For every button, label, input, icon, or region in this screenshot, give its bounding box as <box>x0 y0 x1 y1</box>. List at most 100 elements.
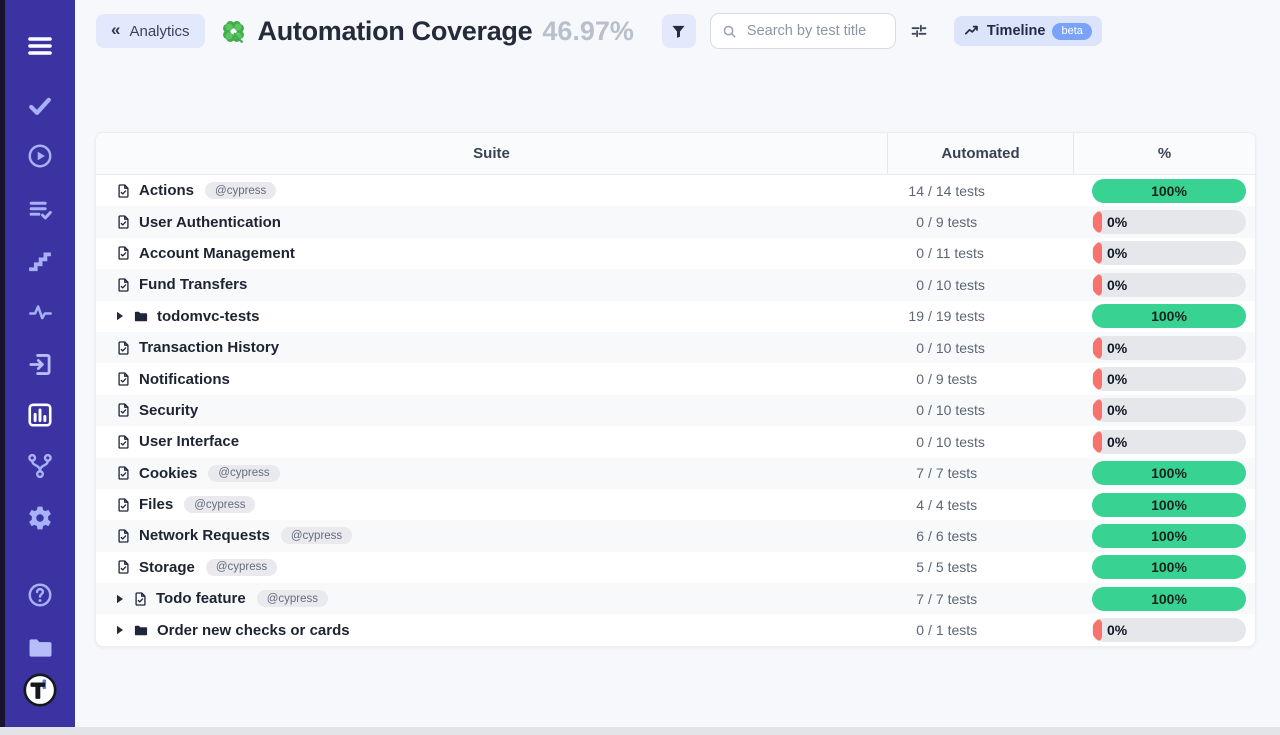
file-check-icon <box>116 245 131 261</box>
percent-label: 0% <box>1107 371 1127 387</box>
sidebar-item-menu[interactable] <box>24 30 56 62</box>
column-header-percent: % <box>1074 133 1255 174</box>
percent-label: 100% <box>1151 465 1187 481</box>
progress-bar: 0% <box>1092 618 1246 642</box>
percent-label: 0% <box>1107 214 1127 230</box>
sidebar <box>5 0 75 727</box>
suite-row[interactable]: Storage@cypress5/5 tests100% <box>96 552 1255 583</box>
projects-folder-icon <box>27 634 54 661</box>
progress-red-sliver <box>1093 337 1102 359</box>
sidebar-item-tests-check[interactable] <box>24 90 56 122</box>
expand-caret-icon[interactable] <box>116 311 124 321</box>
branches-icon <box>27 453 53 479</box>
column-header-automated: Automated <box>888 133 1074 174</box>
test-plans-icon <box>28 197 53 222</box>
suite-name: Security <box>139 402 198 419</box>
progress-bar: 100% <box>1092 304 1246 328</box>
percent-cell: 100% <box>1074 304 1255 328</box>
suite-row[interactable]: Cookies@cypress7/7 tests100% <box>96 458 1255 489</box>
suite-row[interactable]: todomvc-tests19/19 tests100% <box>96 301 1255 332</box>
suite-cell: todomvc-tests <box>96 308 888 325</box>
suite-row[interactable]: Order new checks or cards0/1 tests0% <box>96 614 1255 645</box>
automated-count-cell: 7/7 tests <box>888 465 1074 481</box>
file-check-icon <box>116 402 131 418</box>
suite-row[interactable]: Fund Transfers0/10 tests0% <box>96 269 1255 300</box>
page-title: Automation Coverage <box>258 16 533 47</box>
suite-row[interactable]: Account Management0/11 tests0% <box>96 238 1255 269</box>
percent-cell: 0% <box>1074 241 1255 265</box>
percent-cell: 100% <box>1074 524 1255 548</box>
file-check-icon <box>116 183 131 199</box>
suite-tag-badge: @cypress <box>205 182 276 199</box>
percent-cell: 0% <box>1074 398 1255 422</box>
sidebar-item-import[interactable] <box>24 348 56 380</box>
automated-count-cell: 0/10 tests <box>888 402 1074 418</box>
back-button-label: Analytics <box>129 23 189 40</box>
progress-bar: 0% <box>1092 336 1246 360</box>
automated-count-cell: 6/6 tests <box>888 528 1074 544</box>
sidebar-item-help[interactable] <box>24 579 56 611</box>
progress-bar: 100% <box>1092 587 1246 611</box>
timeline-button[interactable]: Timeline beta <box>954 16 1102 46</box>
sidebar-item-projects-folder[interactable] <box>24 631 56 663</box>
suite-row[interactable]: Todo feature@cypress7/7 tests100% <box>96 583 1255 614</box>
progress-red-sliver <box>1093 242 1102 264</box>
beta-badge: beta <box>1052 23 1091 40</box>
progress-bar: 0% <box>1092 210 1246 234</box>
menu-icon <box>25 34 55 58</box>
progress-red-sliver <box>1093 431 1102 453</box>
sidebar-item-test-plans[interactable] <box>24 193 56 225</box>
suite-row[interactable]: Security 0/10 tests 0% <box>96 395 1255 426</box>
expand-caret-icon[interactable] <box>116 625 124 635</box>
suite-row[interactable]: Files@cypress4/4 tests100% <box>96 489 1255 520</box>
sidebar-item-milestones[interactable] <box>24 245 56 277</box>
percent-label: 100% <box>1151 183 1187 199</box>
suite-table: Suite Automated % Actions@cypress14/14 t… <box>95 132 1256 647</box>
suite-name: Cookies <box>139 465 197 482</box>
percent-label: 100% <box>1151 528 1187 544</box>
percent-label: 0% <box>1107 402 1127 418</box>
suite-row[interactable]: Notifications0/9 tests0% <box>96 363 1255 394</box>
analytics-chart-icon <box>27 402 53 428</box>
back-to-analytics-button[interactable]: « Analytics <box>96 14 205 48</box>
table-header-row: Suite Automated % <box>96 133 1255 175</box>
file-check-icon <box>116 528 131 544</box>
suite-row[interactable]: Transaction History0/10 tests0% <box>96 332 1255 363</box>
search-box <box>710 13 896 49</box>
suite-name: Actions <box>139 182 194 199</box>
suite-name: Todo feature <box>156 590 246 607</box>
sidebar-item-settings-gear[interactable] <box>24 502 56 534</box>
suite-name: Storage <box>139 559 195 576</box>
expand-caret-icon[interactable] <box>116 594 124 604</box>
progress-bar: 100% <box>1092 555 1246 579</box>
file-check-icon <box>116 214 131 230</box>
suite-row[interactable]: Actions@cypress14/14 tests100% <box>96 175 1255 206</box>
filter-button[interactable] <box>662 14 696 48</box>
suite-row[interactable]: Network Requests@cypress6/6 tests100% <box>96 520 1255 551</box>
suite-row[interactable]: User Authentication0/9 tests0% <box>96 206 1255 237</box>
pulse-icon <box>28 300 53 325</box>
search-input[interactable] <box>745 22 884 40</box>
suite-cell: Actions @cypress <box>96 182 888 199</box>
percent-cell: 0% <box>1074 273 1255 297</box>
suite-row[interactable]: User Interface0/10 tests0% <box>96 426 1255 457</box>
percent-cell: 0% <box>1074 336 1255 360</box>
percent-label: 0% <box>1107 622 1127 638</box>
automated-count-cell: 5/5 tests <box>888 559 1074 575</box>
percent-label: 0% <box>1107 434 1127 450</box>
sidebar-item-pulse[interactable] <box>24 296 56 328</box>
percent-cell: 100% <box>1074 179 1255 203</box>
app-logo[interactable] <box>24 674 56 706</box>
sidebar-item-runs-play[interactable] <box>24 140 56 172</box>
folder-icon <box>133 623 149 638</box>
percent-cell: 0% <box>1074 367 1255 391</box>
suite-tag-badge: @cypress <box>257 590 328 607</box>
sidebar-item-analytics-chart[interactable] <box>24 399 56 431</box>
suite-name: Network Requests <box>139 527 270 544</box>
file-check-icon <box>116 371 131 387</box>
filter-settings-icon[interactable] <box>909 21 929 41</box>
folder-icon <box>133 309 149 324</box>
sidebar-item-branches[interactable] <box>24 450 56 482</box>
milestones-icon <box>28 249 52 273</box>
suite-name: User Authentication <box>139 214 281 231</box>
